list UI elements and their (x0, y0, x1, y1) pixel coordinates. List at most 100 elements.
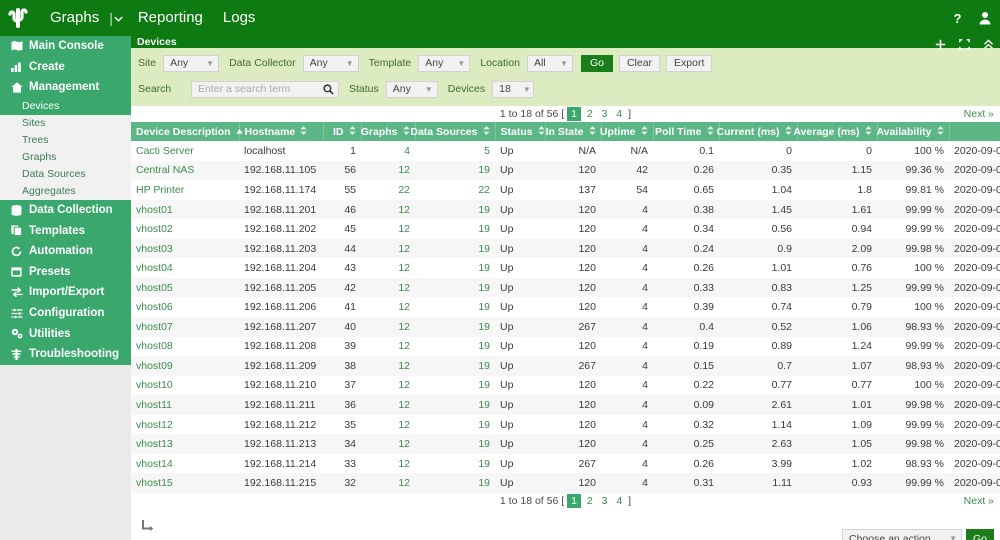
cell-data-sources-link[interactable]: 22 (478, 184, 490, 196)
site-select[interactable]: Any ▼ (163, 55, 219, 72)
cell-graphs[interactable]: 12 (361, 297, 415, 317)
cell-data-sources[interactable]: 19 (415, 297, 495, 317)
pagination-page-4-bottom[interactable]: 4 (613, 495, 625, 507)
sidebar-item-presets[interactable]: Presets (0, 262, 131, 283)
column-header-hostname[interactable]: Hostname (239, 122, 323, 141)
sidebar-item-templates[interactable]: Templates (0, 220, 131, 241)
cell-data-sources-link[interactable]: 19 (478, 204, 490, 216)
arrow-turn-down-right-icon[interactable] (141, 519, 155, 536)
cell-data-sources-link[interactable]: 19 (478, 164, 490, 176)
cell-device-description-link[interactable]: vhost15 (136, 477, 173, 489)
cell-graphs[interactable]: 12 (361, 395, 415, 415)
cell-data-sources[interactable]: 19 (415, 434, 495, 454)
cell-data-sources-link[interactable]: 19 (478, 458, 490, 470)
cell-graphs[interactable]: 12 (361, 239, 415, 259)
cell-data-sources[interactable]: 19 (415, 278, 495, 298)
chevron-down-icon[interactable] (113, 13, 128, 24)
column-header-uptime[interactable]: Uptime (601, 122, 653, 141)
cell-data-sources-link[interactable]: 19 (478, 301, 490, 313)
sidebar-item-graphs[interactable]: Graphs (0, 149, 131, 166)
help-question-icon[interactable]: ? (951, 11, 964, 26)
sidebar-item-configuration[interactable]: Configuration (0, 303, 131, 324)
cell-data-sources[interactable]: 22 (415, 180, 495, 200)
cell-graphs-link[interactable]: 12 (398, 262, 410, 274)
cell-device-description-link[interactable]: vhost13 (136, 438, 173, 450)
cell-graphs[interactable]: 12 (361, 434, 415, 454)
cell-device-description-link[interactable]: vhost06 (136, 301, 173, 313)
cell-graphs-link[interactable]: 12 (398, 399, 410, 411)
cell-graphs-link[interactable]: 12 (398, 458, 410, 470)
plus-add-icon[interactable] (935, 39, 946, 50)
cell-graphs[interactable]: 12 (361, 473, 415, 493)
cell-device-description-link[interactable]: vhost04 (136, 262, 173, 274)
topnav-item-logs[interactable]: Logs (213, 0, 266, 36)
table-row[interactable]: vhost15192.168.11.215321219Up12040.311.1… (131, 473, 1000, 493)
cell-data-sources-link[interactable]: 19 (478, 340, 490, 352)
cell-graphs[interactable]: 12 (361, 317, 415, 337)
cell-device-description-link[interactable]: vhost14 (136, 458, 173, 470)
cell-device-description-link[interactable]: vhost11 (136, 399, 172, 411)
cell-graphs[interactable]: 12 (361, 258, 415, 278)
cell-data-sources-link[interactable]: 19 (478, 477, 490, 489)
cell-device-description-link[interactable]: vhost10 (136, 379, 173, 391)
cell-data-sources[interactable]: 19 (415, 454, 495, 474)
cell-graphs-link[interactable]: 12 (398, 477, 410, 489)
cell-device-description[interactable]: vhost13 (131, 434, 239, 454)
table-row[interactable]: vhost05192.168.11.205421219Up12040.330.8… (131, 278, 1000, 298)
cell-device-description[interactable]: HP Printer (131, 180, 239, 200)
cell-device-description[interactable]: vhost09 (131, 356, 239, 376)
cell-device-description-link[interactable]: vhost03 (136, 243, 173, 255)
cell-device-description[interactable]: vhost11 (131, 395, 239, 415)
cell-device-description[interactable]: vhost06 (131, 297, 239, 317)
pagination-page-2[interactable]: 2 (584, 108, 596, 120)
cell-device-description-link[interactable]: vhost05 (136, 282, 173, 294)
cell-graphs-link[interactable]: 12 (398, 204, 410, 216)
cell-graphs-link[interactable]: 12 (398, 379, 410, 391)
cell-device-description[interactable]: vhost03 (131, 239, 239, 259)
cell-graphs-link[interactable]: 12 (398, 282, 410, 294)
cell-graphs-link[interactable]: 12 (398, 340, 410, 352)
cell-data-sources[interactable]: 19 (415, 376, 495, 396)
cell-graphs[interactable]: 12 (361, 337, 415, 357)
cell-graphs[interactable]: 4 (361, 141, 415, 161)
column-header-average-ms[interactable]: Average (ms) (797, 122, 877, 141)
cell-graphs-link[interactable]: 12 (398, 321, 410, 333)
cell-device-description-link[interactable]: HP Printer (136, 184, 184, 196)
column-header-poll-time[interactable]: Poll Time (653, 122, 719, 141)
cell-data-sources-link[interactable]: 19 (478, 399, 490, 411)
cell-device-description-link[interactable]: Central NAS (136, 164, 194, 176)
column-header-graphs[interactable]: Graphs (361, 122, 415, 141)
cell-graphs-link[interactable]: 4 (404, 145, 410, 157)
cell-device-description-link[interactable]: vhost09 (136, 360, 173, 372)
cell-device-description-link[interactable]: vhost02 (136, 223, 173, 235)
cell-data-sources[interactable]: 19 (415, 395, 495, 415)
cell-graphs-link[interactable]: 12 (398, 243, 410, 255)
cell-graphs[interactable]: 12 (361, 356, 415, 376)
cell-graphs-link[interactable]: 12 (398, 438, 410, 450)
sidebar-item-data-collection[interactable]: Data Collection (0, 200, 131, 221)
cell-graphs-link[interactable]: 12 (398, 301, 410, 313)
cell-device-description[interactable]: vhost15 (131, 473, 239, 493)
export-button[interactable]: Export (666, 55, 712, 72)
sidebar-item-troubleshooting[interactable]: Troubleshooting (0, 344, 131, 365)
cell-graphs[interactable]: 12 (361, 415, 415, 435)
sidebar-item-sites[interactable]: Sites (0, 115, 131, 132)
cell-graphs[interactable]: 12 (361, 376, 415, 396)
cell-graphs-link[interactable]: 12 (398, 164, 410, 176)
topnav-item-graphs[interactable]: Graphs (40, 0, 109, 36)
column-header-current-ms[interactable]: Current (ms) (719, 122, 797, 141)
cell-graphs-link[interactable]: 12 (398, 360, 410, 372)
cell-data-sources-link[interactable]: 19 (478, 379, 490, 391)
table-row[interactable]: vhost04192.168.11.204431219Up12040.261.0… (131, 258, 1000, 278)
cell-data-sources[interactable]: 19 (415, 219, 495, 239)
table-row[interactable]: vhost09192.168.11.209381219Up26740.150.7… (131, 356, 1000, 376)
cell-device-description[interactable]: vhost02 (131, 219, 239, 239)
collapse-chevrons-up-icon[interactable] (983, 39, 994, 50)
cell-graphs[interactable]: 22 (361, 180, 415, 200)
sidebar-item-trees[interactable]: Trees (0, 132, 131, 149)
cell-data-sources[interactable]: 5 (415, 141, 495, 161)
cell-data-sources-link[interactable]: 19 (478, 360, 490, 372)
cell-device-description[interactable]: vhost10 (131, 376, 239, 396)
table-row[interactable]: vhost06192.168.11.206411219Up12040.390.7… (131, 297, 1000, 317)
cell-device-description[interactable]: vhost05 (131, 278, 239, 298)
